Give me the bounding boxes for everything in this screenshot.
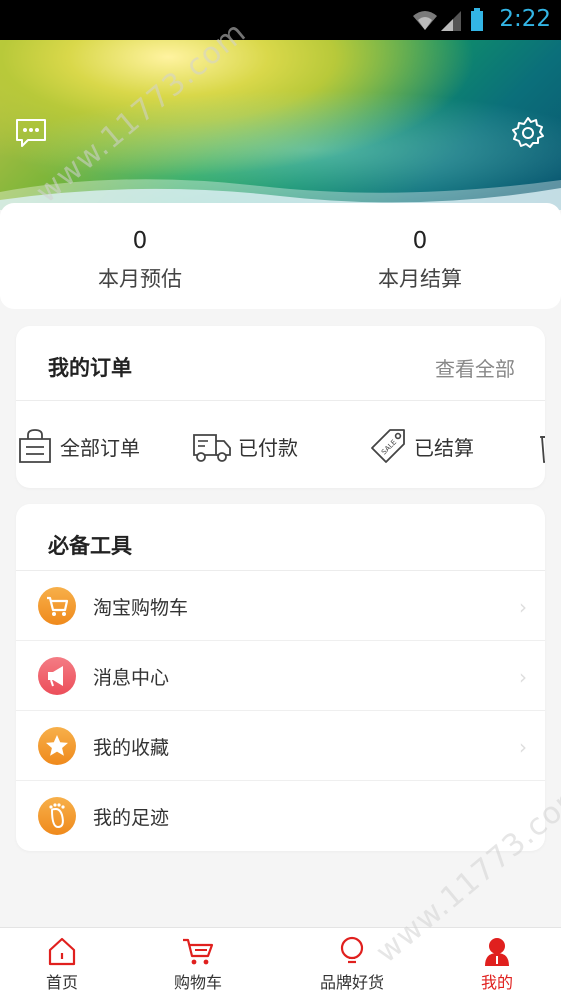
order-tab-paid[interactable]: 已付款 <box>192 426 298 466</box>
stat-label: 本月结算 <box>378 267 462 291</box>
stat-value: 0 <box>412 228 428 254</box>
nav-mine[interactable]: 我的 <box>437 936 557 993</box>
nav-label: 首页 <box>45 973 78 992</box>
bulb-icon <box>340 936 364 964</box>
cart-icon <box>38 587 76 625</box>
status-time: 2:22 <box>499 6 551 32</box>
footprint-icon <box>38 797 76 835</box>
megaphone-icon <box>38 657 76 695</box>
tool-label: 淘宝购物车 <box>93 597 189 619</box>
status-bar: 2:22 <box>0 0 561 40</box>
wifi-icon <box>413 11 437 30</box>
tool-footprints[interactable]: 我的足迹 <box>16 781 545 851</box>
stat-value: 0 <box>132 228 148 254</box>
orders-card: 我的订单 查看全部 全部订单 已付款 SALE 已结算 <box>16 326 545 488</box>
nav-label: 品牌好货 <box>319 973 384 992</box>
signal-icon <box>441 11 461 31</box>
nav-brand-goods[interactable]: 品牌好货 <box>292 936 412 993</box>
nav-label: 购物车 <box>173 973 222 992</box>
tool-label: 我的足迹 <box>93 807 170 829</box>
order-tab-label: 已付款 <box>238 435 298 460</box>
chevron-right-icon: › <box>519 735 527 759</box>
user-icon <box>485 938 509 966</box>
sale-tag-icon: SALE <box>371 429 405 463</box>
tool-favorites[interactable]: 我的收藏 › <box>16 711 545 781</box>
order-tab-settled[interactable]: SALE 已结算 <box>368 426 474 466</box>
stat-monthly-settled[interactable]: 0 本月结算 <box>320 227 520 293</box>
tool-label: 我的收藏 <box>93 737 170 759</box>
tool-taobao-cart[interactable]: 淘宝购物车 › <box>16 571 545 641</box>
star-icon <box>38 727 76 765</box>
earnings-card: 0 本月预估 0 本月结算 <box>0 203 561 309</box>
view-all-orders-link[interactable]: 查看全部 <box>435 353 515 382</box>
stat-label: 本月预估 <box>98 267 182 291</box>
nav-label: 我的 <box>480 973 513 992</box>
orders-title: 我的订单 <box>48 356 132 380</box>
gear-icon[interactable] <box>511 116 545 150</box>
stat-monthly-estimate[interactable]: 0 本月预估 <box>40 227 240 293</box>
profile-banner <box>0 40 561 210</box>
tool-label: 消息中心 <box>93 667 170 689</box>
tools-card: 必备工具 淘宝购物车 › 消息中心 › 我的收藏 › 我的足迹 <box>16 504 545 851</box>
cart-icon <box>183 938 214 965</box>
tools-title: 必备工具 <box>48 534 132 558</box>
tool-message-center[interactable]: 消息中心 › <box>16 641 545 711</box>
nav-home[interactable]: 首页 <box>2 936 122 993</box>
order-tab-all[interactable]: 全部订单 <box>16 426 140 466</box>
order-tab-refund[interactable] <box>538 426 545 466</box>
chevron-right-icon: › <box>519 595 527 619</box>
nav-cart[interactable]: 购物车 <box>138 936 258 993</box>
trash-icon <box>540 436 545 463</box>
chevron-right-icon: › <box>519 665 527 689</box>
truck-icon <box>193 434 231 462</box>
home-icon <box>48 937 76 966</box>
bottom-nav: 首页 购物车 品牌好货 我的 <box>0 927 561 999</box>
banner-wave <box>0 179 561 210</box>
message-icon[interactable] <box>14 116 48 150</box>
battery-icon <box>471 8 483 31</box>
order-tab-label: 已结算 <box>414 435 474 460</box>
status-icons <box>411 7 489 37</box>
order-tab-label: 全部订单 <box>60 435 140 460</box>
bag-icon <box>19 429 51 463</box>
